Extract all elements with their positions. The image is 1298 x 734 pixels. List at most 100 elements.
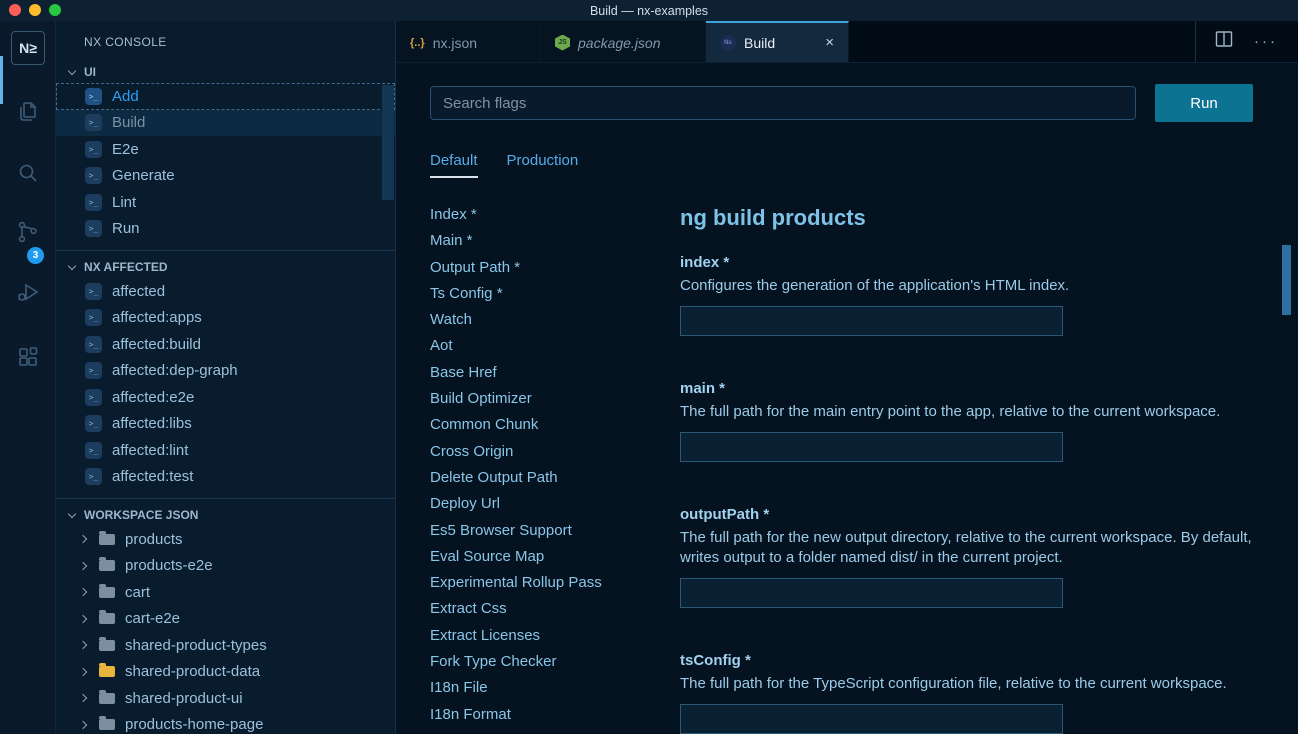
source-control-icon[interactable] <box>0 212 56 252</box>
tab-label: nx.json <box>433 35 477 51</box>
tab-package-json[interactable]: JSpackage.json <box>541 21 706 62</box>
flag-item[interactable]: Index * <box>430 202 680 228</box>
folder-icon <box>99 560 115 571</box>
more-actions-icon[interactable]: ··· <box>1254 33 1278 50</box>
flag-item[interactable]: Base Href <box>430 360 680 386</box>
flag-item[interactable]: Extract Css <box>430 596 680 622</box>
item-label: E2e <box>112 141 139 158</box>
command-title: ng build products <box>680 204 1280 232</box>
sidebar-item-shared-product-types[interactable]: shared-product-types <box>56 632 395 659</box>
sidebar-item-cart-e2e[interactable]: cart-e2e <box>56 606 395 633</box>
section-label: NX AFFECTED <box>84 260 168 274</box>
command-icon: >_ <box>85 468 102 485</box>
item-label: affected:libs <box>112 415 192 432</box>
item-label: Generate <box>112 167 175 184</box>
explorer-icon[interactable] <box>0 91 56 131</box>
item-label: cart <box>125 584 150 601</box>
item-label: affected:build <box>112 336 201 353</box>
sidebar-item-cart[interactable]: cart <box>56 579 395 606</box>
sidebar-item-lint[interactable]: >_Lint <box>56 189 395 216</box>
sidebar-item-affected-build[interactable]: >_affected:build <box>56 331 395 358</box>
minimize-window-button[interactable] <box>29 4 41 16</box>
nx-console-sidebar: NX CONSOLE UI>_Add>_Build>_E2e>_Generate… <box>56 21 396 734</box>
sidebar-item-shared-product-data[interactable]: shared-product-data <box>56 659 395 686</box>
flag-item[interactable]: Eval Source Map <box>430 544 680 570</box>
command-icon: >_ <box>85 141 102 158</box>
sidebar-item-run[interactable]: >_Run <box>56 216 395 243</box>
tab-label: package.json <box>578 35 661 51</box>
flag-item[interactable]: Fork Type Checker <box>430 649 680 675</box>
flag-item[interactable]: Deploy Url <box>430 491 680 517</box>
flag-item[interactable]: Main * <box>430 228 680 254</box>
sidebar-item-affected-apps[interactable]: >_affected:apps <box>56 305 395 332</box>
flag-item[interactable]: Cross Origin <box>430 439 680 465</box>
sidebar-item-products-e2e[interactable]: products-e2e <box>56 553 395 580</box>
tab-label: Build <box>744 35 775 51</box>
form-field-outputpath: outputPath *The full path for the new ou… <box>680 506 1280 608</box>
flag-item[interactable]: Watch <box>430 307 680 333</box>
editor-tab-bar: {..}nx.jsonJSpackage.json N≥ Build × ··· <box>396 21 1298 63</box>
sidebar-item-affected-dep-graph[interactable]: >_affected:dep-graph <box>56 358 395 385</box>
sidebar-item-affected-lint[interactable]: >_affected:lint <box>56 437 395 464</box>
editor-scrollbar[interactable] <box>1282 245 1291 315</box>
zoom-window-button[interactable] <box>49 4 61 16</box>
section-header[interactable]: NX AFFECTED <box>56 256 395 278</box>
tab-nx-json[interactable]: {..}nx.json <box>396 21 541 62</box>
sidebar-item-e2e[interactable]: >_ E2e <box>56 136 395 163</box>
flag-item[interactable]: Build Optimizer <box>430 386 680 412</box>
nx-console-activity-icon[interactable]: N≥ <box>11 31 45 65</box>
field-input[interactable] <box>680 432 1063 462</box>
field-input[interactable] <box>680 704 1063 734</box>
nx-build-icon: N≥ <box>720 35 736 51</box>
flag-item[interactable]: I18n File <box>430 675 680 701</box>
sidebar-item-build[interactable]: >_Build <box>56 110 395 137</box>
flag-item[interactable]: Delete Output Path <box>430 465 680 491</box>
sidebar-item-shared-product-ui[interactable]: shared-product-ui <box>56 685 395 712</box>
sidebar-item-affected-e2e[interactable]: >_affected:e2e <box>56 384 395 411</box>
search-icon[interactable] <box>0 153 56 193</box>
flag-item[interactable]: Extract Licenses <box>430 623 680 649</box>
split-editor-icon[interactable] <box>1214 29 1234 54</box>
run-button[interactable]: Run <box>1155 84 1253 122</box>
section-label: UI <box>84 65 96 79</box>
tab-build[interactable]: N≥ Build × <box>706 21 849 62</box>
section-header[interactable]: UI <box>56 61 395 83</box>
flag-item[interactable]: Output Path * <box>430 255 680 281</box>
flag-item[interactable]: Aot <box>430 333 680 359</box>
flag-item[interactable]: Experimental Rollup Pass <box>430 570 680 596</box>
search-input[interactable] <box>430 86 1136 120</box>
field-description: Configures the generation of the applica… <box>680 276 1280 296</box>
chevron-right-icon <box>79 668 87 676</box>
close-window-button[interactable] <box>9 4 21 16</box>
config-tab-default[interactable]: Default <box>430 152 478 178</box>
sidebar-item-affected-test[interactable]: >_affected:test <box>56 464 395 491</box>
sidebar-item-generate[interactable]: >_ Generate <box>56 163 395 190</box>
editor-actions: ··· <box>1195 21 1298 62</box>
flag-item[interactable]: Ts Config * <box>430 281 680 307</box>
item-label: cart-e2e <box>125 610 180 627</box>
flag-item[interactable]: Common Chunk <box>430 412 680 438</box>
close-icon[interactable]: × <box>825 34 834 51</box>
run-and-debug-icon[interactable] <box>0 272 56 312</box>
config-tab-production[interactable]: Production <box>507 152 579 178</box>
item-label: affected:dep-graph <box>112 362 238 379</box>
sidebar-item-products[interactable]: products <box>56 526 395 553</box>
sidebar-item-add[interactable]: >_Add <box>56 83 395 110</box>
folder-icon <box>99 587 115 598</box>
flag-item[interactable]: Es5 Browser Support <box>430 518 680 544</box>
flag-item[interactable]: I18n Format <box>430 702 680 728</box>
chevron-right-icon <box>79 535 87 543</box>
sidebar-item-affected[interactable]: >_affected <box>56 278 395 305</box>
sidebar-scrollbar[interactable] <box>382 85 394 200</box>
scm-changes-badge: 3 <box>27 247 44 264</box>
form-field-tsconfig: tsConfig *The full path for the TypeScri… <box>680 652 1280 734</box>
extensions-icon[interactable] <box>0 337 56 377</box>
section-header[interactable]: WORKSPACE JSON <box>56 504 395 526</box>
chevron-right-icon <box>79 615 87 623</box>
command-icon: >_ <box>85 167 102 184</box>
sidebar-item-products-home-page[interactable]: products-home-page <box>56 712 395 734</box>
form-field-index: index *Configures the generation of the … <box>680 254 1280 336</box>
field-input[interactable] <box>680 306 1063 336</box>
sidebar-item-affected-libs[interactable]: >_affected:libs <box>56 411 395 438</box>
field-input[interactable] <box>680 578 1063 608</box>
